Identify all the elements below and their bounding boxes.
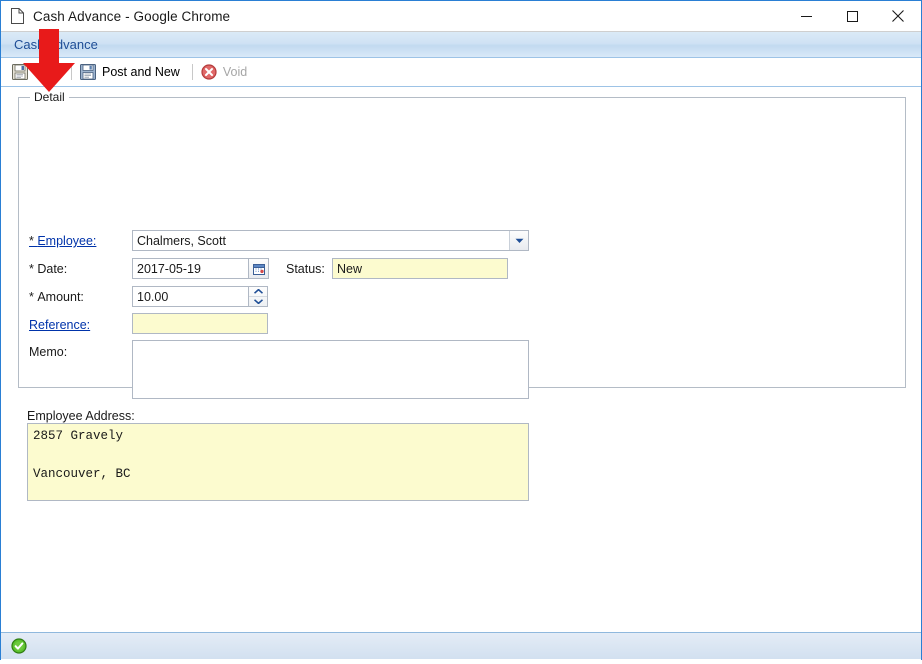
reference-label[interactable]: Reference: [29, 318, 90, 332]
titlebar-left: Cash Advance - Google Chrome [1, 8, 783, 24]
titlebar: Cash Advance - Google Chrome [1, 1, 921, 32]
void-cancel-icon [201, 64, 217, 80]
close-icon[interactable] [875, 1, 921, 31]
post-button[interactable]: Post [9, 61, 66, 83]
post-and-new-button[interactable]: Post and New [77, 61, 187, 83]
chevron-down-icon[interactable] [249, 296, 267, 306]
form-body: Detail * Employee: * Date: Status: * Amo… [1, 87, 921, 664]
reference-input[interactable] [132, 313, 268, 334]
memo-textarea[interactable] [132, 340, 529, 399]
maximize-icon[interactable] [829, 1, 875, 31]
amount-label: * Amount: [29, 290, 84, 304]
window-title: Cash Advance - Google Chrome [33, 8, 231, 24]
window-controls [783, 1, 921, 31]
status-field [332, 258, 508, 279]
app-window: Cash Advance - Google Chrome Cash Advanc… [0, 0, 922, 664]
chevron-down-icon[interactable] [509, 231, 528, 250]
memo-label: Memo: [29, 345, 68, 359]
post-and-new-button-label: Post and New [102, 65, 180, 79]
toolbar-separator-2 [191, 64, 193, 80]
chevron-up-icon[interactable] [249, 287, 267, 296]
save-disk-icon [12, 64, 28, 80]
date-label: * Date: [29, 262, 68, 276]
statusbar [1, 632, 921, 659]
page-header-band: Cash Advance [1, 32, 921, 58]
employee-input[interactable] [133, 231, 509, 250]
employee-address-textarea [27, 423, 529, 501]
toolbar: Post Post and New Void [1, 58, 921, 87]
document-icon [11, 8, 24, 24]
void-button[interactable]: Void [198, 61, 254, 83]
amount-stepper[interactable] [249, 286, 268, 307]
toolbar-separator-1 [71, 64, 73, 80]
status-label: Status: [286, 262, 325, 276]
amount-input[interactable] [132, 286, 249, 307]
save-and-new-icon [80, 64, 97, 80]
detail-groupbox-legend: Detail [30, 90, 69, 104]
date-input[interactable] [132, 258, 249, 279]
post-button-label: Post [34, 65, 60, 79]
status-ok-check-icon [11, 638, 27, 654]
employee-label[interactable]: * Employee: [29, 234, 96, 248]
minimize-icon[interactable] [783, 1, 829, 31]
employee-combobox[interactable] [132, 230, 529, 251]
page-title: Cash Advance [14, 37, 98, 52]
calendar-icon[interactable] [249, 258, 269, 279]
void-button-label: Void [222, 65, 248, 79]
employee-address-label: Employee Address: [27, 409, 135, 423]
